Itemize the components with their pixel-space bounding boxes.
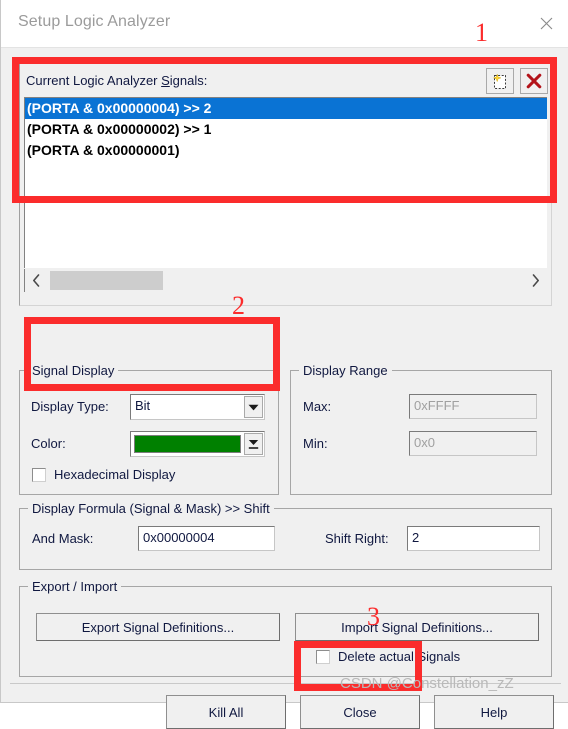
hexadecimal-display-checkbox[interactable]: Hexadecimal Display <box>32 467 175 482</box>
scroll-left-button[interactable] <box>25 269 48 292</box>
delete-signal-icon <box>526 73 542 89</box>
list-item[interactable]: (PORTA & 0x00000002) >> 1 <box>25 119 547 140</box>
and-mask-label: And Mask: <box>32 531 94 546</box>
export-signal-definitions-button[interactable]: Export Signal Definitions... <box>36 613 280 641</box>
delete-actual-signals-checkbox[interactable]: Delete actual Signals <box>316 649 460 664</box>
display-formula-group: Display Formula (Signal & Mask) >> Shift… <box>19 501 552 570</box>
display-range-legend: Display Range <box>299 363 392 378</box>
export-import-group: Export / Import Export Signal Definition… <box>19 579 552 677</box>
signals-label-suffix: ignals: <box>169 73 208 88</box>
checkbox-box[interactable] <box>316 649 330 664</box>
window-title: Setup Logic Analyzer <box>18 13 171 30</box>
new-signal-button[interactable] <box>486 68 514 94</box>
color-dropdown-button[interactable] <box>244 433 263 455</box>
signal-display-group: Signal Display Display Type: Bit Color: <box>19 363 279 495</box>
delete-actual-signals-label: Delete actual Signals <box>338 649 461 664</box>
display-type-label: Display Type: <box>31 399 109 414</box>
display-type-value: Bit <box>135 398 151 413</box>
title-bar: Setup Logic Analyzer <box>1 0 568 48</box>
min-field[interactable]: 0x0 <box>409 431 537 456</box>
help-button[interactable]: Help <box>434 695 554 729</box>
and-mask-field[interactable]: 0x00000004 <box>138 526 275 551</box>
kill-all-button[interactable]: Kill All <box>166 695 286 729</box>
footer-separator <box>10 683 561 684</box>
list-item[interactable]: (PORTA & 0x00000001) <box>25 140 547 161</box>
signal-display-legend: Signal Display <box>28 363 119 378</box>
chevron-down-icon <box>248 404 259 410</box>
signals-horizontal-scrollbar[interactable] <box>24 269 547 292</box>
signals-listbox[interactable]: (PORTA & 0x00000004) >> 2 (PORTA & 0x000… <box>24 97 547 268</box>
scrollbar-thumb[interactable] <box>50 271 163 290</box>
signals-label-prefix: Current Logic Analyzer <box>26 73 162 88</box>
signals-header: Current Logic Analyzer Signals: <box>20 64 551 98</box>
color-swatch <box>134 435 241 453</box>
color-label: Color: <box>31 436 66 451</box>
display-formula-legend: Display Formula (Signal & Mask) >> Shift <box>28 501 274 516</box>
signals-label-accel: S <box>161 73 170 88</box>
display-range-group: Display Range Max: 0xFFFF Min: 0x0 <box>290 363 552 495</box>
max-label: Max: <box>303 399 332 414</box>
current-signals-panel: Current Logic Analyzer Signals: (PORTA &… <box>19 63 552 306</box>
signals-list-label: Current Logic Analyzer Signals: <box>26 73 207 88</box>
close-button[interactable]: Close <box>300 695 420 729</box>
color-combo[interactable] <box>130 431 265 457</box>
shift-right-field[interactable]: 2 <box>407 526 540 551</box>
close-window-button[interactable] <box>523 0 568 47</box>
close-icon <box>540 17 552 30</box>
display-type-dropdown-button[interactable] <box>244 396 263 418</box>
shift-right-label: Shift Right: <box>325 531 389 546</box>
checkbox-box[interactable] <box>32 467 46 482</box>
scroll-right-button[interactable] <box>524 269 547 292</box>
export-import-legend: Export / Import <box>28 579 122 594</box>
new-signal-icon <box>492 73 506 89</box>
hexadecimal-display-label: Hexadecimal Display <box>54 467 176 482</box>
display-type-combo[interactable]: Bit <box>130 394 265 420</box>
chevron-right-icon <box>532 274 539 287</box>
list-item[interactable]: (PORTA & 0x00000004) >> 2 <box>25 98 547 119</box>
min-label: Min: <box>303 436 328 451</box>
color-dropdown-icon <box>248 439 259 449</box>
import-signal-definitions-button[interactable]: Import Signal Definitions... <box>295 613 539 641</box>
dialog-client-area: Current Logic Analyzer Signals: (PORTA &… <box>2 48 568 729</box>
chevron-left-icon <box>33 274 40 287</box>
delete-signal-button[interactable] <box>520 68 548 94</box>
setup-logic-analyzer-dialog: Setup Logic Analyzer Current Logic Analy… <box>0 0 568 729</box>
max-field[interactable]: 0xFFFF <box>409 394 537 419</box>
